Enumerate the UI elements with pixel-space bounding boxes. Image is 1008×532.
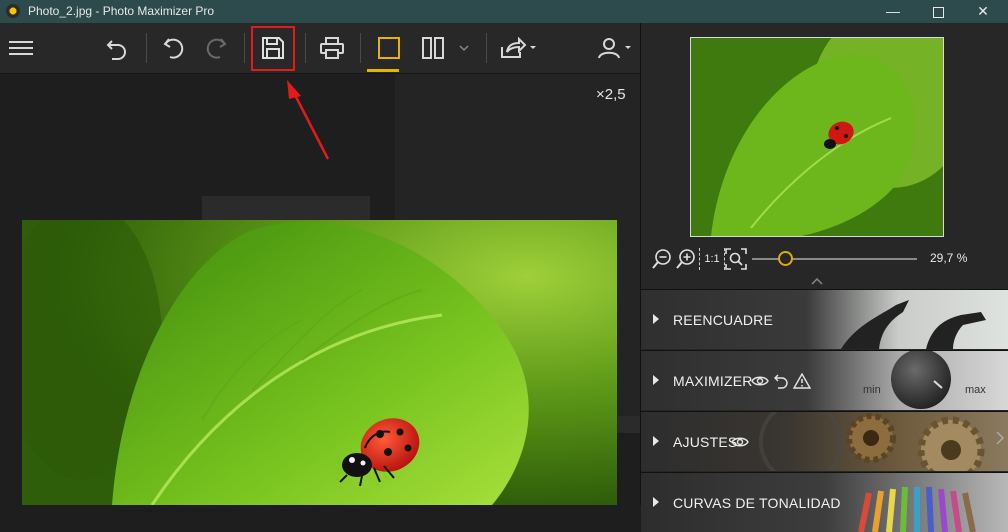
maximizer-min-label: min xyxy=(863,384,881,396)
image-canvas[interactable]: ×2,5 xyxy=(0,74,640,505)
reset-icon[interactable] xyxy=(773,373,789,389)
expand-arrow-icon xyxy=(653,314,659,324)
split-view-icon[interactable] xyxy=(416,31,450,65)
section-label: AJUSTES xyxy=(673,434,738,450)
user-icon[interactable] xyxy=(592,31,638,65)
zoom-controls: 1:1 29,7 % xyxy=(641,245,1008,271)
share-icon[interactable] xyxy=(496,31,540,65)
expand-arrow-icon xyxy=(653,375,659,385)
zoom-slider-handle[interactable] xyxy=(777,251,793,266)
actual-size-button[interactable]: 1:1 xyxy=(699,248,725,270)
active-view-indicator xyxy=(367,69,399,72)
print-icon[interactable] xyxy=(315,31,349,65)
canvas-background-strip xyxy=(202,196,370,220)
section-ajustes[interactable]: AJUSTES xyxy=(641,411,1008,471)
section-reencuadre[interactable]: REENCUADRE xyxy=(641,289,1008,349)
maximize-icon xyxy=(932,6,944,18)
section-label: MAXIMIZER xyxy=(673,373,753,389)
undo-icon[interactable] xyxy=(156,31,190,65)
expand-arrow-icon xyxy=(653,436,659,446)
fit-to-screen-icon[interactable] xyxy=(725,248,747,270)
section-label: REENCUADRE xyxy=(673,312,774,328)
close-button[interactable]: ✕ xyxy=(960,0,1006,23)
title-bar: Photo_2.jpg - Photo Maximizer Pro — ✕ xyxy=(0,0,1008,23)
zoom-percent: 29,7 % xyxy=(930,251,968,265)
app-logo-icon xyxy=(6,4,20,18)
main-toolbar xyxy=(0,23,640,74)
warning-icon xyxy=(793,373,811,389)
maximizer-max-label: max xyxy=(965,384,986,396)
window-title: Photo_2.jpg - Photo Maximizer Pro xyxy=(28,4,215,18)
zoom-out-icon[interactable] xyxy=(651,248,673,270)
view-dropdown-chevron-icon[interactable] xyxy=(452,31,476,65)
collapse-navigator-icon[interactable] xyxy=(810,273,824,285)
open-icon[interactable] xyxy=(100,31,134,65)
section-curvas-de-tonalidad[interactable]: CURVAS DE TONALIDAD xyxy=(641,472,1008,532)
section-maximizer[interactable]: min max MAXIMIZER xyxy=(641,350,1008,410)
menu-icon[interactable] xyxy=(4,31,38,65)
zoom-slider-track[interactable] xyxy=(752,258,917,260)
canvas-background-edge xyxy=(617,416,640,433)
save-button-highlight xyxy=(251,26,295,71)
visibility-eye-icon[interactable] xyxy=(731,434,749,450)
right-panel: 1:1 29,7 % REENCUADRE min max MAXIMIZER … xyxy=(640,23,1008,532)
panel-scroll-right-icon[interactable] xyxy=(995,430,1005,446)
navigator-thumbnail[interactable] xyxy=(690,37,944,237)
section-label: CURVAS DE TONALIDAD xyxy=(673,495,841,511)
single-view-icon[interactable] xyxy=(372,31,406,65)
visibility-eye-icon[interactable] xyxy=(751,373,769,389)
expand-arrow-icon xyxy=(653,497,659,507)
zoom-in-icon[interactable] xyxy=(675,248,697,270)
minimize-button[interactable]: — xyxy=(870,0,916,23)
ladybug-photo[interactable] xyxy=(22,220,617,505)
maximize-button[interactable] xyxy=(915,0,961,23)
zoom-factor-label: ×2,5 xyxy=(596,86,626,103)
redo-icon[interactable] xyxy=(200,31,234,65)
